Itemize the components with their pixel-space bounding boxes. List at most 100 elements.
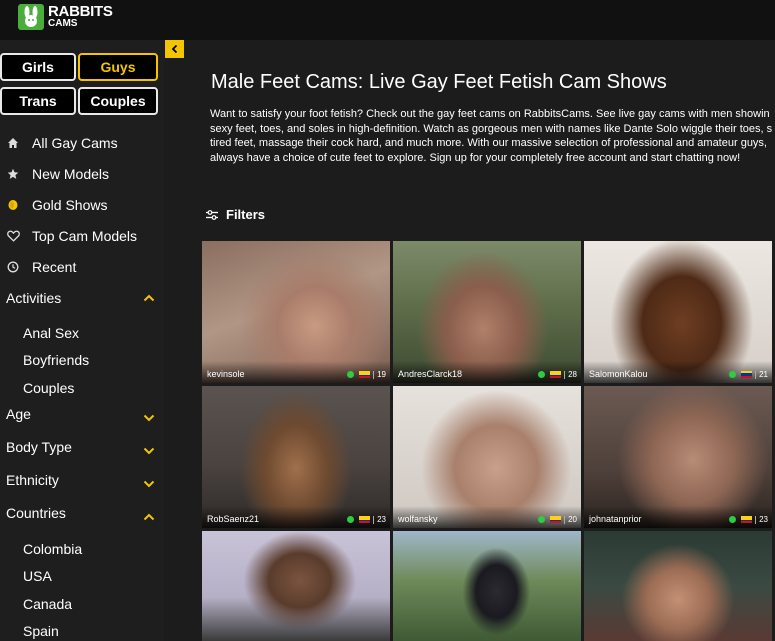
model-name: kevinsole [207,369,245,379]
model-card[interactable]: johnatanprior 23 [584,386,772,528]
model-name: AndresClarck18 [398,369,463,379]
page-description: Want to satisfy your foot fetish? Check … [210,107,775,165]
filters-button[interactable]: Filters [206,207,265,222]
chevron-down-icon [143,480,155,488]
model-thumbnail [584,531,772,641]
online-status-icon [347,516,355,523]
main-content: Male Feet Cams: Live Gay Feet Fetish Cam… [184,40,775,641]
section-label: Age [6,406,31,422]
model-age: 23 [377,515,386,524]
model-meta: 23 [729,515,768,524]
filter-section-countries[interactable]: Countries [6,502,156,524]
model-meta: 23 [347,515,386,524]
model-card[interactable]: RobSaenz21 23 [202,386,390,528]
filter-section-age[interactable]: Age [6,403,156,425]
model-name: SalomonKalou [589,369,648,379]
model-age: 21 [759,370,768,379]
nav-new-models[interactable]: New Models [6,163,109,185]
section-label: Countries [6,505,66,521]
clock-icon [6,260,20,274]
description-line: tired feet, massage their cock hard, and… [210,137,767,149]
filter-option-spain[interactable]: Spain [23,623,59,639]
logo-subword: CAMS [48,18,78,29]
model-card[interactable]: SalomonKalou 21 [584,241,772,383]
model-card[interactable]: AndresClarck18 28 [393,241,581,383]
model-age: 28 [568,370,577,379]
model-age: 19 [377,370,386,379]
model-meta: 28 [538,370,577,379]
sliders-icon [206,209,218,220]
heart-icon [6,229,20,243]
gender-trans-button[interactable]: Trans [0,87,76,115]
filter-option-canada[interactable]: Canada [23,596,72,612]
colombia-flag-icon [359,516,371,523]
chevron-left-icon [171,44,177,54]
page-title: Male Feet Cams: Live Gay Feet Fetish Cam… [211,71,667,93]
online-status-icon [347,371,355,378]
colombia-flag-icon [741,516,753,523]
section-label: Body Type [6,439,72,455]
nav-all-gay-cams[interactable]: All Gay Cams [6,132,118,154]
gender-guys-button[interactable]: Guys [78,53,158,81]
online-status-icon [538,371,546,378]
rabbit-logo-icon [18,4,44,30]
home-icon [6,136,20,150]
colombia-flag-icon [550,371,562,378]
section-label: Activities [6,290,62,306]
nav-label: Recent [32,259,77,275]
model-name: wolfansky [398,514,438,524]
colombia-flag-icon [550,516,562,523]
online-status-icon [538,516,546,523]
nav-label: Top Cam Models [32,228,138,244]
filter-option-anal-sex[interactable]: Anal Sex [23,325,79,341]
model-card[interactable] [202,531,390,641]
nav-gold-shows[interactable]: Gold Shows [6,194,107,216]
model-meta: 19 [347,370,386,379]
model-thumbnail [393,531,581,641]
top-bar: RABBITS CAMS [0,0,775,40]
model-name: johnatanprior [589,514,642,524]
filter-section-ethnicity[interactable]: Ethnicity [6,469,156,491]
online-status-icon [729,371,737,378]
model-meta: 21 [729,370,768,379]
model-age: 23 [759,515,768,524]
model-card[interactable]: kevinsole 19 [202,241,390,383]
sidebar: Girls Guys Trans Couples All Gay Cams Ne… [0,40,164,641]
filter-option-couples[interactable]: Couples [23,380,74,396]
chevron-up-icon [143,513,155,521]
model-name: RobSaenz21 [207,514,260,524]
chevron-down-icon [143,447,155,455]
section-label: Ethnicity [6,472,59,488]
model-card[interactable] [393,531,581,641]
filter-section-body-type[interactable]: Body Type [6,436,156,458]
star-icon [6,167,20,181]
description-line: Want to satisfy your foot fetish? Check … [210,108,770,120]
description-line: always have a choice of cute feet to exp… [210,151,741,164]
chevron-up-icon [143,294,155,302]
model-thumbnail [202,531,390,641]
gender-girls-button[interactable]: Girls [0,53,76,81]
gold-coin-icon [6,198,20,212]
sidebar-collapse-button[interactable] [165,40,184,58]
filter-section-activities[interactable]: Activities [6,287,156,309]
model-age: 20 [568,515,577,524]
gender-couples-button[interactable]: Couples [78,87,158,115]
nav-label: New Models [32,166,110,182]
chevron-down-icon [143,414,155,422]
model-card[interactable]: wolfansky 20 [393,386,581,528]
filters-label: Filters [226,207,266,222]
filter-option-colombia[interactable]: Colombia [23,541,82,557]
filter-option-usa[interactable]: USA [23,568,52,584]
site-logo[interactable]: RABBITS CAMS [18,3,113,34]
model-card[interactable] [584,531,772,641]
nav-label: Gold Shows [32,197,108,213]
colombia-flag-icon [359,371,371,378]
nav-label: All Gay Cams [32,135,118,151]
venezuela-flag-icon [741,371,753,378]
nav-top-cam-models[interactable]: Top Cam Models [6,225,137,247]
online-status-icon [729,516,737,523]
nav-recent[interactable]: Recent [6,256,76,278]
description-line: sexy feet, toes, and soles in high-defin… [210,122,773,135]
filter-option-boyfriends[interactable]: Boyfriends [23,352,89,368]
model-meta: 20 [538,515,577,524]
